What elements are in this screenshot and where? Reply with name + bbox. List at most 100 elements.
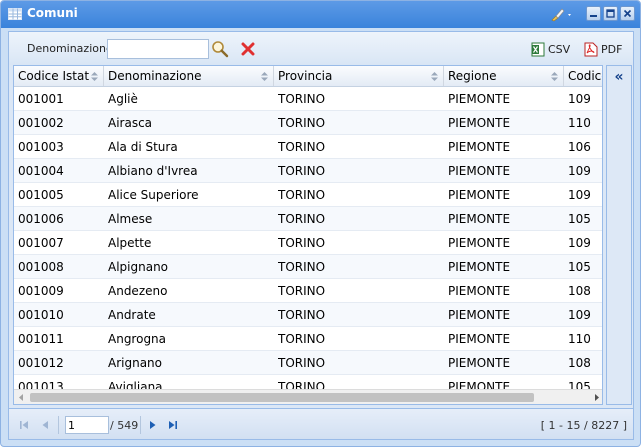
column-header-denominazione[interactable]: Denominazione	[104, 66, 274, 86]
paging-toolbar: / 549 [ 1 - 15 / 8227 ]	[9, 408, 633, 439]
red-x-icon[interactable]	[241, 42, 255, 56]
cell-denominazione: Andezeno	[108, 284, 168, 298]
cell-codice: 108	[568, 356, 591, 370]
cell-provincia: TORINO	[278, 116, 326, 130]
cell-regione: PIEMONTE	[448, 308, 511, 322]
window-titlebar[interactable]: Comuni	[1, 1, 640, 28]
cell-codice-istat: 001009	[18, 284, 64, 298]
cell-codice-istat: 001003	[18, 140, 64, 154]
excel-icon	[531, 42, 545, 56]
csv-label: CSV	[548, 42, 571, 56]
cell-denominazione: Angrogna	[108, 332, 167, 346]
maximize-button[interactable]	[603, 6, 618, 21]
column-header-label: Codice	[568, 69, 602, 83]
cell-provincia: TORINO	[278, 308, 326, 322]
cell-codice-istat: 001005	[18, 188, 64, 202]
minimize-button[interactable]	[586, 6, 601, 21]
table-row[interactable]: 001010 Andrate TORINO PIEMONTE 109	[14, 303, 602, 327]
cell-codice-istat: 001001	[18, 92, 64, 106]
magnifier-icon[interactable]	[211, 40, 229, 58]
cell-codice: 109	[568, 236, 591, 250]
cell-provincia: TORINO	[278, 140, 326, 154]
cell-regione: PIEMONTE	[448, 164, 511, 178]
cell-codice-istat: 001007	[18, 236, 64, 250]
cell-codice-istat: 001004	[18, 164, 64, 178]
cell-regione: PIEMONTE	[448, 332, 511, 346]
pdf-label: PDF	[601, 42, 623, 56]
filter-toolbar: Denominazione CSV PDF	[9, 32, 633, 65]
first-page-icon[interactable]	[17, 418, 31, 432]
cell-codice: 109	[568, 188, 591, 202]
brush-dropdown-icon[interactable]	[550, 7, 574, 22]
column-header-label: Regione	[448, 69, 497, 83]
pdf-icon	[584, 42, 598, 56]
page-number-input[interactable]	[65, 416, 109, 434]
table-row[interactable]: 001001 Agliè TORINO PIEMONTE 109	[14, 87, 602, 111]
cell-codice-istat: 001008	[18, 260, 64, 274]
column-header-label: Provincia	[278, 69, 333, 83]
column-header-codice-istat[interactable]: Codice Istat	[14, 66, 104, 86]
denominazione-input[interactable]	[107, 39, 209, 59]
cell-denominazione: Airasca	[108, 116, 153, 130]
table-row[interactable]: 001004 Albiano d'Ivrea TORINO PIEMONTE 109	[14, 159, 602, 183]
table-row[interactable]: 001006 Almese TORINO PIEMONTE 105	[14, 207, 602, 231]
comuni-grid: Codice Istat Denominazione Provincia Reg…	[13, 65, 603, 405]
cell-denominazione: Andrate	[108, 308, 156, 322]
sort-icon	[91, 72, 98, 81]
cell-regione: PIEMONTE	[448, 188, 511, 202]
scroll-right-arrow-icon[interactable]	[589, 390, 602, 404]
cell-codice-istat: 001012	[18, 356, 64, 370]
cell-provincia: TORINO	[278, 284, 326, 298]
window-title: Comuni	[27, 6, 78, 20]
column-header-codice[interactable]: Codice	[564, 66, 602, 86]
close-button[interactable]	[620, 6, 635, 21]
cell-codice: 106	[568, 140, 591, 154]
cell-codice-istat: 001010	[18, 308, 64, 322]
scroll-left-arrow-icon[interactable]	[14, 390, 29, 404]
pdf-export-button[interactable]: PDF	[584, 41, 622, 57]
cell-codice-istat: 001002	[18, 116, 64, 130]
table-row[interactable]: 001008 Alpignano TORINO PIEMONTE 105	[14, 255, 602, 279]
cell-codice: 109	[568, 92, 591, 106]
cell-codice: 110	[568, 116, 591, 130]
grid-header: Codice Istat Denominazione Provincia Reg…	[14, 66, 602, 87]
table-row[interactable]: 001009 Andezeno TORINO PIEMONTE 108	[14, 279, 602, 303]
grid-rows: 001001 Agliè TORINO PIEMONTE 109 001002 Airasc…	[14, 87, 602, 399]
sort-icon	[431, 72, 438, 81]
cell-codice: 109	[568, 308, 591, 322]
cell-codice-istat: 001006	[18, 212, 64, 226]
column-header-regione[interactable]: Regione	[444, 66, 564, 86]
cell-codice-istat: 001011	[18, 332, 64, 346]
table-row[interactable]: 001002 Airasca TORINO PIEMONTE 110	[14, 111, 602, 135]
horizontal-scrollbar[interactable]	[14, 389, 602, 404]
cell-provincia: TORINO	[278, 164, 326, 178]
cell-regione: PIEMONTE	[448, 140, 511, 154]
csv-export-button[interactable]: CSV	[531, 41, 570, 57]
table-row[interactable]: 001012 Arignano TORINO PIEMONTE 108	[14, 351, 602, 375]
close-icon	[623, 9, 632, 18]
next-page-icon[interactable]	[146, 418, 160, 432]
grid-panel: Denominazione CSV PDF Codice Istat Denom…	[8, 31, 634, 440]
total-pages: / 549	[110, 419, 139, 432]
cell-regione: PIEMONTE	[448, 356, 511, 370]
last-page-icon[interactable]	[166, 418, 180, 432]
table-row[interactable]: 001005 Alice Superiore TORINO PIEMONTE 109	[14, 183, 602, 207]
previous-page-icon[interactable]	[38, 418, 52, 432]
cell-provincia: TORINO	[278, 356, 326, 370]
cell-denominazione: Alice Superiore	[108, 188, 199, 202]
column-header-provincia[interactable]: Provincia	[274, 66, 444, 86]
table-row[interactable]: 001011 Angrogna TORINO PIEMONTE 110	[14, 327, 602, 351]
cell-provincia: TORINO	[278, 92, 326, 106]
table-row[interactable]: 001003 Ala di Stura TORINO PIEMONTE 106	[14, 135, 602, 159]
cell-denominazione: Albiano d'Ivrea	[108, 164, 198, 178]
expand-panel-icon[interactable]: «	[611, 70, 627, 86]
displaying-info: [ 1 - 15 / 8227 ]	[540, 419, 627, 432]
cell-regione: PIEMONTE	[448, 260, 511, 274]
cell-provincia: TORINO	[278, 212, 326, 226]
cell-regione: PIEMONTE	[448, 116, 511, 130]
table-icon	[8, 8, 22, 20]
table-row[interactable]: 001007 Alpette TORINO PIEMONTE 109	[14, 231, 602, 255]
horizontal-scroll-thumb[interactable]	[30, 393, 534, 402]
cell-provincia: TORINO	[278, 332, 326, 346]
cell-codice: 110	[568, 332, 591, 346]
